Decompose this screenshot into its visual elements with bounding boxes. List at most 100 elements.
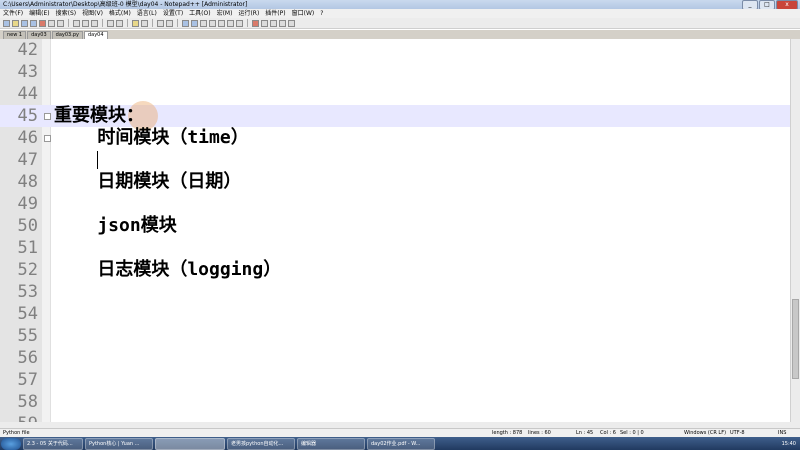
new-file-icon[interactable] xyxy=(3,19,10,27)
taskbar-item[interactable]: day02作业.pdf - W... xyxy=(367,437,435,450)
menu-settings[interactable]: 设置(T) xyxy=(163,9,183,18)
sync-horizontal-icon[interactable] xyxy=(191,19,198,27)
replace-icon[interactable] xyxy=(141,19,148,27)
save-all-icon[interactable] xyxy=(30,19,37,27)
save-macro-icon[interactable] xyxy=(288,19,295,27)
start-button-icon[interactable] xyxy=(1,437,21,450)
close-file-icon[interactable] xyxy=(39,19,46,27)
stop-macro-icon[interactable] xyxy=(261,19,268,27)
tab-new1[interactable]: new 1 xyxy=(3,31,27,39)
menu-help[interactable]: ? xyxy=(320,9,323,18)
line-number: 49 xyxy=(17,194,38,214)
line-text: 日期模块（日期） xyxy=(54,171,242,192)
line-number: 48 xyxy=(17,172,38,192)
code-line[interactable]: 54 xyxy=(0,303,791,325)
code-line[interactable]: 48 日期模块（日期） xyxy=(0,171,791,193)
fold-toggle-icon[interactable] xyxy=(44,113,51,120)
show-all-chars-icon[interactable] xyxy=(209,19,216,27)
menu-edit[interactable]: 编辑(E) xyxy=(29,9,49,18)
fold-end-icon xyxy=(44,135,51,142)
clock[interactable]: 15:40 xyxy=(782,441,800,447)
taskbar-item[interactable] xyxy=(155,437,225,450)
line-number: 42 xyxy=(17,40,38,60)
save-icon[interactable] xyxy=(21,19,28,27)
paste-icon[interactable] xyxy=(91,19,98,27)
menu-language[interactable]: 语言(L) xyxy=(137,9,157,18)
code-line[interactable]: 44 xyxy=(0,83,791,105)
menu-search[interactable]: 搜索(S) xyxy=(56,9,77,18)
play-macro-icon[interactable] xyxy=(270,19,277,27)
tab-day03[interactable]: day03 xyxy=(27,31,51,39)
line-number: 57 xyxy=(17,370,38,390)
menu-bar: 文件(F) 编辑(E) 搜索(S) 视图(V) 格式(M) 语言(L) 设置(T… xyxy=(0,9,800,18)
code-line[interactable]: 55 xyxy=(0,325,791,347)
taskbar-item[interactable]: 2.3 - 05 关于代码... xyxy=(23,437,83,450)
taskbar-item[interactable]: 老男孩python自动化... xyxy=(227,437,295,450)
vertical-scrollbar[interactable] xyxy=(790,39,800,422)
line-number: 51 xyxy=(17,238,38,258)
function-list-icon[interactable] xyxy=(236,19,243,27)
code-line[interactable]: 53 xyxy=(0,281,791,303)
find-icon[interactable] xyxy=(132,19,139,27)
menu-tools[interactable]: 工具(O) xyxy=(189,9,210,18)
code-line[interactable]: 58 xyxy=(0,391,791,413)
menu-format[interactable]: 格式(M) xyxy=(109,9,131,18)
scrollbar-thumb[interactable] xyxy=(792,299,799,379)
code-line[interactable]: 50 json模块 xyxy=(0,215,791,237)
open-file-icon[interactable] xyxy=(12,19,19,27)
line-text: 日志模块（logging） xyxy=(54,259,282,280)
code-line[interactable]: 49 xyxy=(0,193,791,215)
line-number: 45 xyxy=(17,106,38,126)
taskbar-item[interactable]: Python核心 | Yuan ... xyxy=(85,437,153,450)
cut-icon[interactable] xyxy=(73,19,80,27)
word-wrap-icon[interactable] xyxy=(200,19,207,27)
menu-window[interactable]: 窗口(W) xyxy=(292,9,315,18)
code-line[interactable]: 42 xyxy=(0,39,791,61)
line-number: 47 xyxy=(17,150,38,170)
line-number: 52 xyxy=(17,260,38,280)
menu-macro[interactable]: 宏(M) xyxy=(217,9,233,18)
code-line[interactable]: 59 xyxy=(0,413,791,422)
close-all-icon[interactable] xyxy=(48,19,55,27)
zoom-in-icon[interactable] xyxy=(157,19,164,27)
editor-area[interactable]: 42 43 44 45 重要模块： 46 时间模块（time） 47 48 日期… xyxy=(0,39,791,422)
menu-plugins[interactable]: 插件(P) xyxy=(265,9,285,18)
code-line[interactable]: 52 日志模块（logging） xyxy=(0,259,791,281)
text-caret xyxy=(97,151,98,169)
tab-day03-py[interactable]: day03.py xyxy=(51,31,83,39)
code-line[interactable]: 51 xyxy=(0,237,791,259)
code-line[interactable]: 43 xyxy=(0,61,791,83)
window-title: C:\Users\Administrator\Desktop\高级班-0 模型\… xyxy=(3,1,248,8)
code-line[interactable]: 56 xyxy=(0,347,791,369)
code-line-current[interactable]: 45 重要模块： xyxy=(0,101,791,131)
line-number: 55 xyxy=(17,326,38,346)
menu-run[interactable]: 运行(R) xyxy=(238,9,259,18)
line-number: 43 xyxy=(17,62,38,82)
file-tab-bar: new 1 day03 day03.py day04 xyxy=(0,30,800,39)
zoom-out-icon[interactable] xyxy=(166,19,173,27)
code-line[interactable]: 46 时间模块（time） xyxy=(0,127,791,149)
line-text: 时间模块（time） xyxy=(54,127,249,148)
code-line[interactable]: 47 xyxy=(0,149,791,171)
code-line[interactable]: 57 xyxy=(0,369,791,391)
redo-icon[interactable] xyxy=(116,19,123,27)
line-number: 59 xyxy=(0,413,38,422)
indent-guide-icon[interactable] xyxy=(218,19,225,27)
print-icon[interactable] xyxy=(57,19,64,27)
undo-icon[interactable] xyxy=(107,19,114,27)
record-macro-icon[interactable] xyxy=(252,19,259,27)
sync-vertical-icon[interactable] xyxy=(182,19,189,27)
menu-view[interactable]: 视图(V) xyxy=(82,9,103,18)
line-number: 58 xyxy=(17,392,38,412)
doc-map-icon[interactable] xyxy=(227,19,234,27)
menu-file[interactable]: 文件(F) xyxy=(3,9,23,18)
toolbar-separator xyxy=(102,19,103,27)
tab-day04[interactable]: day04 xyxy=(83,31,108,39)
copy-icon[interactable] xyxy=(82,19,89,27)
run-macro-multiple-icon[interactable] xyxy=(279,19,286,27)
taskbar-item[interactable]: 编辑器 xyxy=(297,437,365,450)
toolbar-separator xyxy=(177,19,178,27)
toolbar-separator xyxy=(68,19,69,27)
toolbar xyxy=(0,18,800,29)
toolbar-separator xyxy=(152,19,153,27)
